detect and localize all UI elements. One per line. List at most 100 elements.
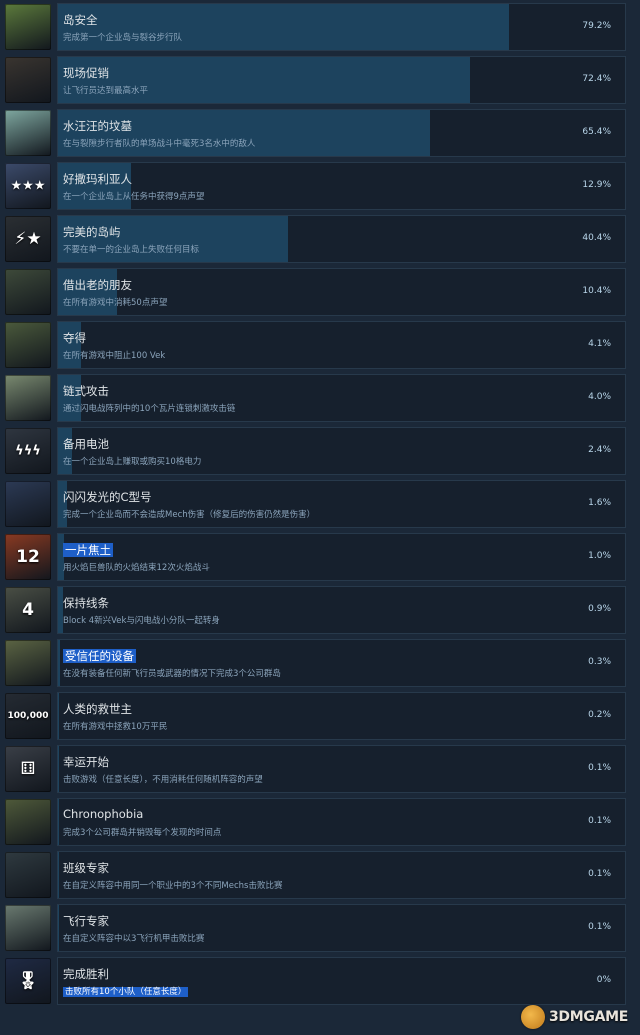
stars-icon: ★★★ bbox=[5, 163, 51, 209]
achievement-row[interactable]: 水汪汪的坟墓 在与裂隙步行者队的单场战斗中毫死3名水中的敌人 65.4% bbox=[0, 108, 640, 158]
achievement-row[interactable]: 飞行专家 在自定义阵容中以3飞行机甲击败比赛 0.1% bbox=[0, 903, 640, 953]
unlock-percentage: 40.4% bbox=[582, 233, 611, 243]
progress-bar-fill bbox=[58, 57, 470, 103]
achievement-row[interactable]: 夺得 在所有游戏中阻止100 Vek 4.1% bbox=[0, 320, 640, 370]
achievement-panel: 现场促销 让飞行员达到最高水平 72.4% bbox=[57, 56, 626, 104]
achievement-panel: 闪闪发光的C型号 完成一个企业岛而不会造成Mech伤害（修复后的伤害仍然是伤害） 1… bbox=[57, 480, 626, 528]
ice-crystal-icon bbox=[5, 110, 51, 156]
achievement-title: 现场促销 bbox=[63, 65, 109, 81]
achievement-title-text: 现场促销 bbox=[63, 66, 109, 80]
unlock-percentage: 0.1% bbox=[588, 763, 611, 773]
unlock-percentage: 0.1% bbox=[588, 922, 611, 932]
achievement-title: 人类的救世主 bbox=[63, 701, 132, 717]
scorched-earth-icon: 12 bbox=[5, 534, 51, 580]
achievement-title: 幸运开始 bbox=[63, 754, 109, 770]
achievement-row[interactable]: Chronophobia 完成3个公司群岛并销毁每个发现的时间点 0.1% bbox=[0, 797, 640, 847]
icon-glyph: 4 bbox=[22, 600, 34, 620]
achievement-title-text: 好撒玛利亚人 bbox=[63, 172, 132, 186]
achievement-row[interactable]: 班级专家 在自定义阵容中用同一个职业中的3个不同Mechs击败比赛 0.1% bbox=[0, 850, 640, 900]
unlock-percentage: 0.3% bbox=[588, 657, 611, 667]
achievement-row[interactable]: 岛安全 完成第一个企业岛与裂谷步行队 79.2% bbox=[0, 2, 640, 52]
achievement-panel: 班级专家 在自定义阵容中用同一个职业中的3个不同Mechs击败比赛 0.1% bbox=[57, 851, 626, 899]
achievement-description-text: 在自定义阵容中用同一个职业中的3个不同Mechs击败比赛 bbox=[63, 881, 283, 891]
medal-icon: 🎖 bbox=[5, 958, 51, 1004]
achievement-description-text: 在一个企业岛上从任务中获得9点声望 bbox=[63, 192, 205, 202]
achievement-row[interactable]: 借出老的朋友在所有游戏中消耗50点声望 10.4% bbox=[0, 267, 640, 317]
achievement-description: 击败所有10个小队（任意长度） bbox=[63, 985, 189, 997]
achievement-title: 借出老的朋友 bbox=[63, 277, 132, 293]
achievement-description: 在所有游戏中阻止100 Vek bbox=[63, 349, 165, 361]
progress-bar-fill bbox=[58, 693, 59, 739]
achievement-row[interactable]: 现场促销 让飞行员达到最高水平 72.4% bbox=[0, 55, 640, 105]
progress-bar-fill bbox=[58, 746, 59, 792]
watermark-text: 3DMGAME bbox=[548, 1009, 628, 1025]
reputation-icons-icon: ⚡★ bbox=[5, 216, 51, 262]
achievement-description: 在没有装备任何新飞行员或武器的情况下完成3个公司群岛 bbox=[63, 667, 281, 679]
civilians-icon: 100,000 bbox=[5, 693, 51, 739]
achievement-row[interactable]: 4 保持线条 Block 4新兴Vek与闪电战小分队一起转身 0.9% bbox=[0, 585, 640, 635]
achievement-description: 在所有游戏中拯救10万平民 bbox=[63, 720, 167, 732]
achievement-description-text: 在一个企业岛上赚取或购买10格电力 bbox=[63, 457, 202, 467]
achievement-panel: 受信任的设备 在没有装备任何新飞行员或武器的情况下完成3个公司群岛 0.3% bbox=[57, 639, 626, 687]
achievement-title: 班级专家 bbox=[63, 860, 109, 876]
unlock-percentage: 1.6% bbox=[588, 498, 611, 508]
icon-glyph: 12 bbox=[16, 547, 40, 567]
class-mechs-icon bbox=[5, 852, 51, 898]
achievement-description-text: 在没有装备任何新飞行员或武器的情况下完成3个公司群岛 bbox=[63, 669, 281, 679]
achievement-panel: 岛安全 完成第一个企业岛与裂谷步行队 79.2% bbox=[57, 3, 626, 51]
unlock-percentage: 4.0% bbox=[588, 392, 611, 402]
achievement-panel: 完美的岛屿 不要在单一的企业岛上失败任何目标 40.4% bbox=[57, 215, 626, 263]
unlock-percentage: 2.4% bbox=[588, 445, 611, 455]
achievement-panel: 水汪汪的坟墓 在与裂隙步行者队的单场战斗中毫死3名水中的敌人 65.4% bbox=[57, 109, 626, 157]
achievement-row[interactable]: 12 一片焦土 用火焰巨兽队的火焰结束12次火焰战斗 1.0% bbox=[0, 532, 640, 582]
achievement-title: 完美的岛屿 bbox=[63, 224, 121, 240]
achievement-row[interactable]: ϟϟϟ 备用电池 在一个企业岛上赚取或购买10格电力 2.4% bbox=[0, 426, 640, 476]
achievement-description: 在自定义阵容中以3飞行机甲击败比赛 bbox=[63, 932, 204, 944]
achievement-row[interactable]: ⚡★ 完美的岛屿 不要在单一的企业岛上失败任何目标 40.4% bbox=[0, 214, 640, 264]
achievement-panel: 人类的救世主 在所有游戏中拯救10万平民 0.2% bbox=[57, 692, 626, 740]
unlock-percentage: 10.4% bbox=[582, 286, 611, 296]
3dmgame-logo-icon bbox=[520, 1005, 545, 1029]
icon-glyph: 🎖 bbox=[17, 971, 39, 991]
achievement-row[interactable]: 100,000 人类的救世主 在所有游戏中拯救10万平民 0.2% bbox=[0, 691, 640, 741]
achievement-title-text: 人类的救世主 bbox=[63, 702, 132, 716]
achievement-title: 一片焦土 bbox=[63, 542, 113, 558]
achievement-description-text: 在所有游戏中消耗50点声望 bbox=[63, 298, 168, 308]
battery-icon: ϟϟϟ bbox=[5, 428, 51, 474]
mech-squad-icon bbox=[5, 322, 51, 368]
achievement-description: 在所有游戏中消耗50点声望 bbox=[63, 296, 167, 308]
achievement-description-text: 完成一个企业岛而不会造成Mech伤害（修复后的伤害仍然是伤害） bbox=[63, 510, 316, 520]
achievement-row[interactable]: 闪闪发光的C型号 完成一个企业岛而不会造成Mech伤害（修复后的伤害仍然是伤害） 1… bbox=[0, 479, 640, 529]
achievement-title: 好撒玛利亚人 bbox=[63, 171, 132, 187]
achievement-description: 完成第一个企业岛与裂谷步行队 bbox=[63, 31, 182, 43]
achievement-description: 在一个企业岛上从任务中获得9点声望 bbox=[63, 190, 204, 202]
unlock-percentage: 0% bbox=[596, 975, 611, 985]
achievement-description: 通过闪电战阵列中的10个瓦片连锁刺激攻击链 bbox=[63, 402, 235, 414]
progress-bar-fill bbox=[58, 640, 60, 686]
unlock-percentage: 72.4% bbox=[582, 74, 611, 84]
achievement-title-text: 班级专家 bbox=[63, 861, 109, 875]
achievement-description-text: 完成3个公司群岛并销毁每个发现的时间点 bbox=[63, 828, 222, 838]
achievement-title: Chronophobia bbox=[63, 807, 143, 821]
achievement-row[interactable]: 受信任的设备 在没有装备任何新飞行员或武器的情况下完成3个公司群岛 0.3% bbox=[0, 638, 640, 688]
achievement-title: 水汪汪的坟墓 bbox=[63, 118, 132, 134]
achievement-description-text: 在所有游戏中阻止100 Vek bbox=[63, 351, 166, 361]
achievement-title-text: 水汪汪的坟墓 bbox=[63, 119, 132, 133]
achievement-panel: 保持线条 Block 4新兴Vek与闪电战小分队一起转身 0.9% bbox=[57, 586, 626, 634]
achievement-description: 在与裂隙步行者队的单场战斗中毫死3名水中的敌人 bbox=[63, 137, 255, 149]
achievement-description: Block 4新兴Vek与闪电战小分队一起转身 bbox=[63, 614, 220, 626]
achievement-description-text: 击败所有10个小队（任意长度） bbox=[63, 987, 189, 997]
achievement-title-text: 借出老的朋友 bbox=[63, 278, 132, 292]
achievement-title: 链式攻击 bbox=[63, 383, 109, 399]
ceo-portrait-icon bbox=[5, 269, 51, 315]
achievement-row[interactable]: ★★★ 好撒玛利亚人 在一个企业岛上从任务中获得9点声望 12.9% bbox=[0, 161, 640, 211]
achievement-description-text: 在自定义阵容中以3飞行机甲击败比赛 bbox=[63, 934, 205, 944]
achievement-panel: 一片焦土 用火焰巨兽队的火焰结束12次火焰战斗 1.0% bbox=[57, 533, 626, 581]
achievement-description: 击败游戏（任意长度），不用消耗任何随机阵容的声望 bbox=[63, 773, 263, 785]
achievement-panel: 夺得 在所有游戏中阻止100 Vek 4.1% bbox=[57, 321, 626, 369]
achievement-row[interactable]: ⚅ 幸运开始 击败游戏（任意长度），不用消耗任何随机阵容的声望 0.1% bbox=[0, 744, 640, 794]
achievement-description: 用火焰巨兽队的火焰结束12次火焰战斗 bbox=[63, 561, 210, 573]
achievement-row[interactable]: 链式攻击通过闪电战阵列中的10个瓦片连锁刺激攻击链 4.0% bbox=[0, 373, 640, 423]
achievement-title-text: 一片焦土 bbox=[63, 543, 113, 557]
achievement-row[interactable]: 🎖 完成胜利 击败所有10个小队（任意长度） 0% bbox=[0, 956, 640, 1006]
